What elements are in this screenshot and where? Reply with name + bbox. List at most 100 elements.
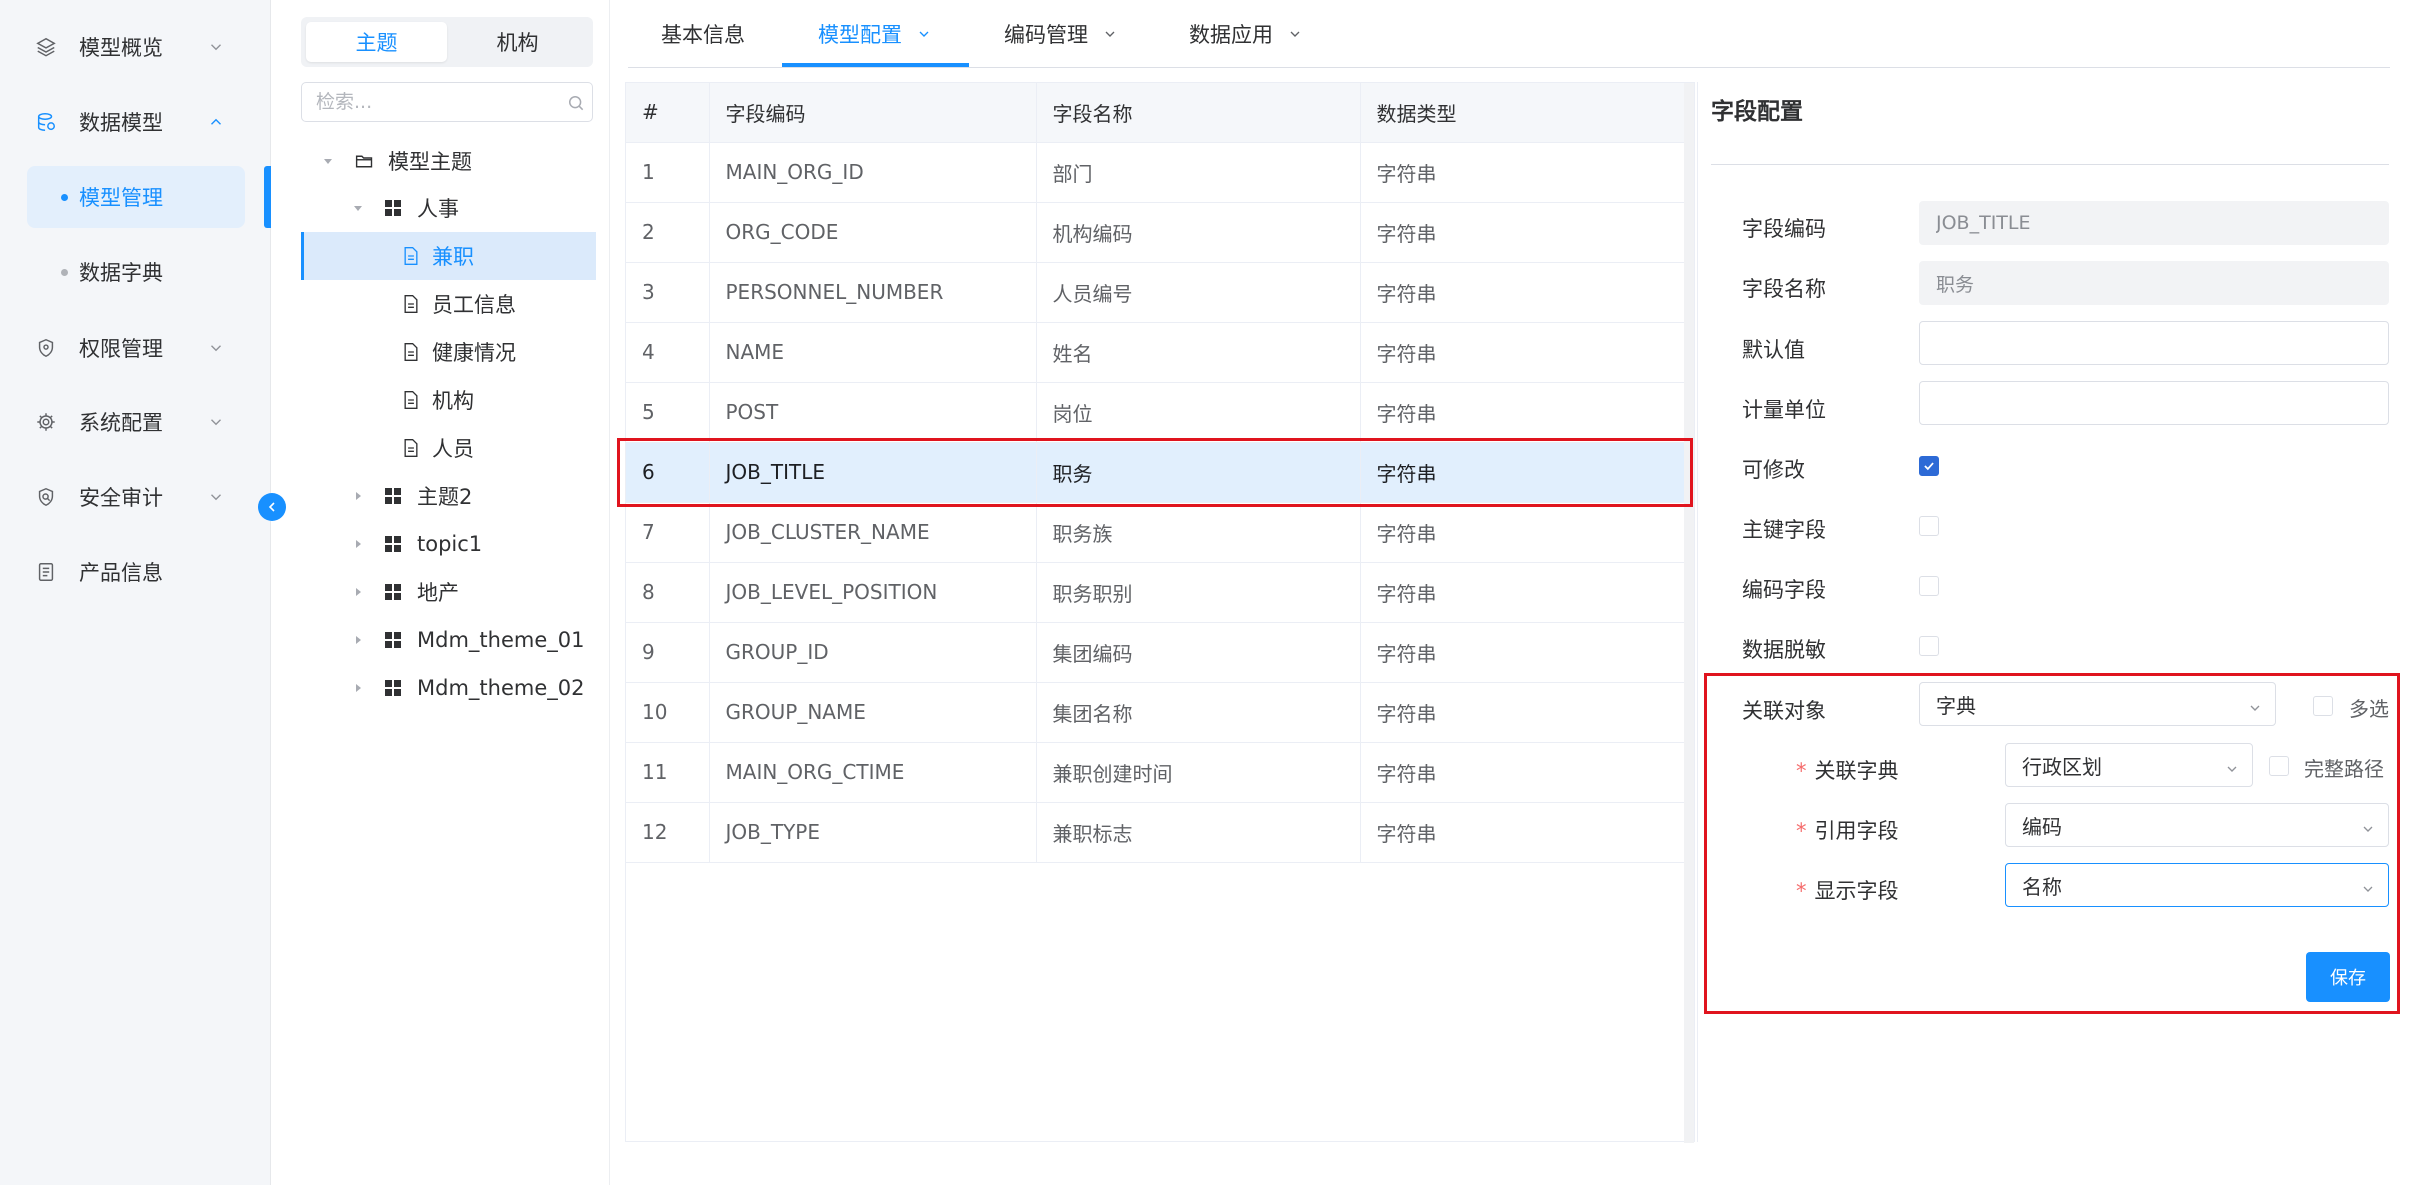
tree-node-label: 主题2	[417, 485, 473, 509]
tree-node-employee-info[interactable]: 员工信息	[301, 280, 596, 328]
sidebar-item-product-info[interactable]: 产品信息	[0, 542, 271, 602]
full-path-checkbox[interactable]	[2269, 756, 2289, 776]
tab-basic-info[interactable]: 基本信息	[661, 0, 745, 68]
cell-index: 10	[626, 682, 710, 743]
sidebar-item-label: 数据模型	[79, 111, 163, 135]
collapse-sidebar-button[interactable]	[258, 493, 286, 521]
tab-organization[interactable]: 机构	[447, 22, 588, 62]
table-row[interactable]: 5 POST 岗位 字符串	[626, 382, 1685, 443]
chevron-down-icon	[207, 38, 225, 56]
cell-index: 4	[626, 322, 710, 383]
column-header-field-name[interactable]: 字段名称	[1036, 83, 1361, 143]
config-panel-title: 字段配置	[1711, 99, 1803, 125]
caret-right-icon[interactable]	[351, 633, 365, 647]
primary-key-checkbox[interactable]	[1919, 516, 1939, 536]
chevron-up-icon	[207, 113, 225, 131]
cell-field-name: 集团名称	[1036, 682, 1361, 743]
caret-down-icon[interactable]	[321, 154, 335, 168]
table-row[interactable]: 4 NAME 姓名 字符串	[626, 322, 1685, 383]
cell-field-code: POST	[709, 382, 1037, 443]
cell-data-type: 字符串	[1360, 802, 1685, 863]
document-icon	[34, 560, 58, 584]
editable-checkbox[interactable]	[1919, 456, 1939, 476]
save-button[interactable]: 保存	[2306, 952, 2390, 1002]
table-row[interactable]: 1 MAIN_ORG_ID 部门 字符串	[626, 142, 1685, 203]
cell-field-code: JOB_LEVEL_POSITION	[709, 562, 1037, 623]
tab-code-management[interactable]: 编码管理	[1004, 0, 1118, 68]
tree-node-health[interactable]: 健康情况	[301, 328, 596, 376]
tree-node-model-root[interactable]: 模型主题	[301, 137, 596, 185]
tree-node-personnel[interactable]: 人员	[301, 424, 596, 472]
cell-index: 3	[626, 262, 710, 323]
cell-field-code: JOB_CLUSTER_NAME	[709, 502, 1037, 563]
sidebar-item-data-model[interactable]: 数据模型	[0, 92, 271, 152]
cell-field-code: JOB_TYPE	[709, 802, 1037, 863]
grid-icon	[382, 533, 404, 555]
related-dict-select[interactable]: 行政区划	[2005, 743, 2253, 787]
tree-node-parttime[interactable]: 兼职	[301, 232, 596, 280]
table-row[interactable]: 8 JOB_LEVEL_POSITION 职务职别 字符串	[626, 562, 1685, 623]
multi-select-checkbox[interactable]	[2313, 696, 2333, 716]
active-nav-marker	[264, 166, 271, 228]
column-header-field-code[interactable]: 字段编码	[709, 83, 1037, 143]
tab-data-application[interactable]: 数据应用	[1189, 0, 1303, 68]
table-row-selected[interactable]: 6 JOB_TITLE 职务 字符串	[626, 442, 1685, 503]
sidebar-item-permission[interactable]: 权限管理	[0, 318, 271, 378]
cell-data-type: 字符串	[1360, 562, 1685, 623]
table-row[interactable]: 12 JOB_TYPE 兼职标志 字符串	[626, 802, 1685, 863]
tree-node-label: 兼职	[432, 245, 474, 269]
sidebar-item-system-config[interactable]: 系统配置	[0, 392, 271, 452]
tree-node-mdm-theme-01[interactable]: Mdm_theme_01	[301, 616, 596, 664]
tab-theme[interactable]: 主题	[306, 22, 447, 62]
cell-index: 11	[626, 742, 710, 803]
table-scrollbar[interactable]	[1684, 83, 1694, 1143]
sidebar-subitem-model-management[interactable]: 模型管理	[27, 166, 245, 228]
table-row[interactable]: 11 MAIN_ORG_CTIME 兼职创建时间 字符串	[626, 742, 1685, 803]
tree-node-theme2[interactable]: 主题2	[301, 472, 596, 520]
table-row[interactable]: 2 ORG_CODE 机构编码 字符串	[626, 202, 1685, 263]
caret-down-icon[interactable]	[351, 201, 365, 215]
display-field-select[interactable]: 名称	[2005, 863, 2389, 907]
caret-right-icon[interactable]	[351, 489, 365, 503]
tree-node-hr[interactable]: 人事	[301, 184, 596, 232]
sidebar-subitem-data-dictionary[interactable]: 数据字典	[27, 241, 245, 303]
cell-field-code: MAIN_ORG_ID	[709, 142, 1037, 203]
tree-node-real-estate[interactable]: 地产	[301, 568, 596, 616]
cell-field-code: ORG_CODE	[709, 202, 1037, 263]
table-row[interactable]: 9 GROUP_ID 集团编码 字符串	[626, 622, 1685, 683]
cell-field-name: 机构编码	[1036, 202, 1361, 263]
sidebar-item-model-overview[interactable]: 模型概览	[0, 17, 271, 77]
tree-search-input[interactable]	[302, 91, 552, 113]
caret-right-icon[interactable]	[351, 537, 365, 551]
table-row[interactable]: 7 JOB_CLUSTER_NAME 职务族 字符串	[626, 502, 1685, 563]
column-header-data-type[interactable]: 数据类型	[1360, 83, 1685, 143]
tree-node-label: Mdm_theme_01	[417, 628, 585, 652]
code-field-checkbox[interactable]	[1919, 576, 1939, 596]
unit-input[interactable]	[1919, 381, 2389, 425]
tree-node-organization[interactable]: 机构	[301, 376, 596, 424]
sidebar-item-label: 产品信息	[79, 561, 163, 585]
table-row[interactable]: 10 GROUP_NAME 集团名称 字符串	[626, 682, 1685, 743]
masking-checkbox[interactable]	[1919, 636, 1939, 656]
required-asterisk: *	[1796, 759, 1807, 783]
ref-field-select[interactable]: 编码	[2005, 803, 2389, 847]
cell-data-type: 字符串	[1360, 322, 1685, 383]
related-object-select[interactable]: 字典	[1919, 682, 2276, 726]
cell-field-name: 职务	[1036, 442, 1361, 503]
full-path-label: 完整路径	[2304, 757, 2384, 781]
unit-label: 计量单位	[1742, 398, 1826, 422]
search-icon[interactable]	[566, 93, 586, 113]
caret-right-icon[interactable]	[351, 585, 365, 599]
tab-model-config[interactable]: 模型配置	[818, 0, 932, 68]
tree-node-label: 人事	[417, 197, 459, 221]
table-row[interactable]: 3 PERSONNEL_NUMBER 人员编号 字符串	[626, 262, 1685, 323]
sidebar-item-security-audit[interactable]: 安全审计	[0, 467, 271, 527]
shield-icon	[34, 336, 58, 360]
tree-node-mdm-theme-02[interactable]: Mdm_theme_02	[301, 664, 596, 712]
default-value-input[interactable]	[1919, 321, 2389, 365]
cell-field-name: 集团编码	[1036, 622, 1361, 683]
caret-right-icon[interactable]	[351, 681, 365, 695]
tree-node-label: 地产	[417, 581, 459, 605]
tree-node-topic1[interactable]: topic1	[301, 520, 596, 568]
chevron-down-icon	[207, 413, 225, 431]
